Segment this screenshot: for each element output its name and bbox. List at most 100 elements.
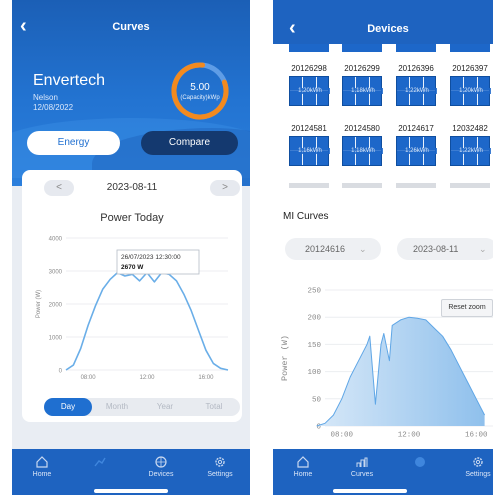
- solar-panel-icon[interactable]: 1.22kWh: [450, 136, 491, 166]
- reset-zoom-button[interactable]: Reset zoom: [441, 299, 493, 317]
- chart-card: < 2023-08-11 > Power Today 0 1000 2000 3000…: [22, 170, 242, 422]
- tab-compare[interactable]: Compare: [141, 131, 238, 155]
- y-tick-label: 100: [307, 369, 321, 377]
- device-item[interactable]: 20126298: [289, 64, 329, 73]
- scroll-fade: [396, 183, 436, 188]
- home-indicator: [333, 489, 407, 493]
- curves-screen: ‹ Curves Envertech Nelson 12/08/2022 5.0…: [12, 0, 250, 495]
- date-select-value: 2023-08-11: [413, 244, 459, 254]
- nav-devices-label: Devices: [148, 471, 174, 478]
- solar-panel-icon[interactable]: 1.16kWh: [289, 136, 330, 166]
- device-serial: 12032482: [452, 124, 488, 133]
- scroll-fade: [289, 183, 329, 188]
- x-tick-label: 12:00: [139, 375, 155, 381]
- solar-panel-icon[interactable]: 1.18kWh: [342, 136, 383, 166]
- curves-icon: [94, 457, 106, 467]
- scroll-fade: [450, 183, 490, 188]
- device-energy: 1.18kWh: [343, 148, 383, 154]
- nav-devices[interactable]: Devices: [136, 449, 186, 478]
- tooltip-value: 2670 W: [121, 264, 144, 271]
- y-tick-label: 3000: [49, 270, 63, 276]
- nav-settings[interactable]: Settings: [195, 449, 245, 478]
- site-name: Envertech: [33, 72, 106, 89]
- solar-panel-icon[interactable]: 1.20kWh: [289, 76, 330, 106]
- period-selector: Day Month Year Total: [44, 398, 240, 416]
- solar-panel-icon[interactable]: 1.20kWh: [450, 76, 491, 106]
- site-header: ‹ Curves Envertech Nelson 12/08/2022 5.0…: [12, 0, 250, 186]
- tab-energy[interactable]: Energy: [27, 131, 120, 155]
- panel-strip: [396, 44, 436, 52]
- chevron-down-icon: ⌄: [479, 244, 487, 254]
- device-serial: 20126298: [291, 64, 327, 73]
- device-energy: 1.18kWh: [343, 88, 383, 94]
- device-item[interactable]: 20124580: [342, 124, 382, 133]
- nav-curves[interactable]: Curves: [337, 449, 387, 478]
- device-item[interactable]: 20124581: [289, 124, 329, 133]
- nav-settings-label: Settings: [207, 471, 233, 478]
- devices-icon: [415, 457, 425, 467]
- device-item[interactable]: 20126397: [450, 64, 490, 73]
- gear-icon: [473, 457, 483, 467]
- capacity-label: (Capacity)kWp: [180, 95, 220, 101]
- page-title: Curves: [112, 21, 150, 33]
- y-tick-label: 200: [307, 315, 321, 323]
- nav-curves[interactable]: [75, 449, 125, 471]
- devices-header: ‹ Devices: [273, 0, 493, 44]
- device-item[interactable]: 20126299: [342, 64, 382, 73]
- y-tick-label: 50: [312, 396, 322, 404]
- device-serial: 20124580: [344, 124, 380, 133]
- y-tick-label: 0: [59, 369, 63, 375]
- device-item[interactable]: 20126396: [396, 64, 436, 73]
- device-serial: 20124617: [398, 124, 434, 133]
- device-energy: 1.22kWh: [397, 88, 437, 94]
- period-total[interactable]: Total: [190, 398, 238, 416]
- panel-strip: [342, 44, 382, 52]
- y-axis-label: Power (W): [36, 290, 42, 318]
- site-date: 12/08/2022: [33, 103, 74, 112]
- curves-icon: [356, 457, 368, 467]
- solar-panel-icon[interactable]: 1.18kWh: [342, 76, 383, 106]
- chart-title: Power Today: [100, 212, 164, 224]
- solar-panel-icon[interactable]: 1.22kWh: [396, 76, 437, 106]
- device-item[interactable]: 20124617: [396, 124, 436, 133]
- x-tick-label: 16:00: [198, 375, 214, 381]
- site-location: Nelson: [33, 93, 58, 102]
- device-energy: 1.16kWh: [290, 148, 330, 154]
- x-tick-label: 08:00: [81, 375, 97, 381]
- chevron-down-icon: ⌄: [359, 244, 367, 254]
- period-month[interactable]: Month: [94, 398, 140, 416]
- device-select-value: 20124616: [305, 244, 346, 254]
- device-serial: 20126299: [344, 64, 380, 73]
- series-line: [65, 271, 229, 371]
- y-axis-label: Power (W): [280, 335, 290, 381]
- nav-settings[interactable]: Settings: [453, 449, 493, 478]
- tooltip-time: 26/07/2023 12:30:00: [121, 254, 181, 261]
- home-indicator: [94, 489, 168, 493]
- scroll-fade: [342, 183, 382, 188]
- date-select[interactable]: 2023-08-11 ⌄: [397, 238, 493, 260]
- nav-home[interactable]: Home: [278, 449, 328, 478]
- solar-panel-icon[interactable]: 1.26kWh: [396, 136, 437, 166]
- device-energy: 1.20kWh: [451, 88, 491, 94]
- date-label: 2023-08-11: [106, 182, 158, 193]
- home-icon: [297, 456, 309, 468]
- y-tick-label: 4000: [49, 237, 63, 243]
- device-energy: 1.22kWh: [451, 148, 491, 154]
- y-tick-label: 250: [307, 288, 321, 296]
- device-select[interactable]: 20124616 ⌄: [285, 238, 381, 260]
- page-title: Devices: [367, 23, 409, 35]
- nav-home-label: Home: [293, 471, 313, 478]
- panel-strip: [450, 44, 490, 52]
- nav-curves-label: Curves: [350, 471, 374, 478]
- device-serial: 20126396: [398, 64, 434, 73]
- device-energy: 1.26kWh: [397, 148, 437, 154]
- period-year[interactable]: Year: [142, 398, 188, 416]
- device-energy: 1.20kWh: [290, 88, 330, 94]
- next-date-button[interactable]: >: [210, 180, 240, 196]
- panel-strip: [289, 44, 329, 52]
- period-day[interactable]: Day: [44, 398, 92, 416]
- nav-devices[interactable]: [395, 449, 445, 471]
- device-item[interactable]: 12032482: [450, 124, 490, 133]
- nav-home[interactable]: Home: [17, 449, 67, 478]
- home-icon: [36, 456, 48, 468]
